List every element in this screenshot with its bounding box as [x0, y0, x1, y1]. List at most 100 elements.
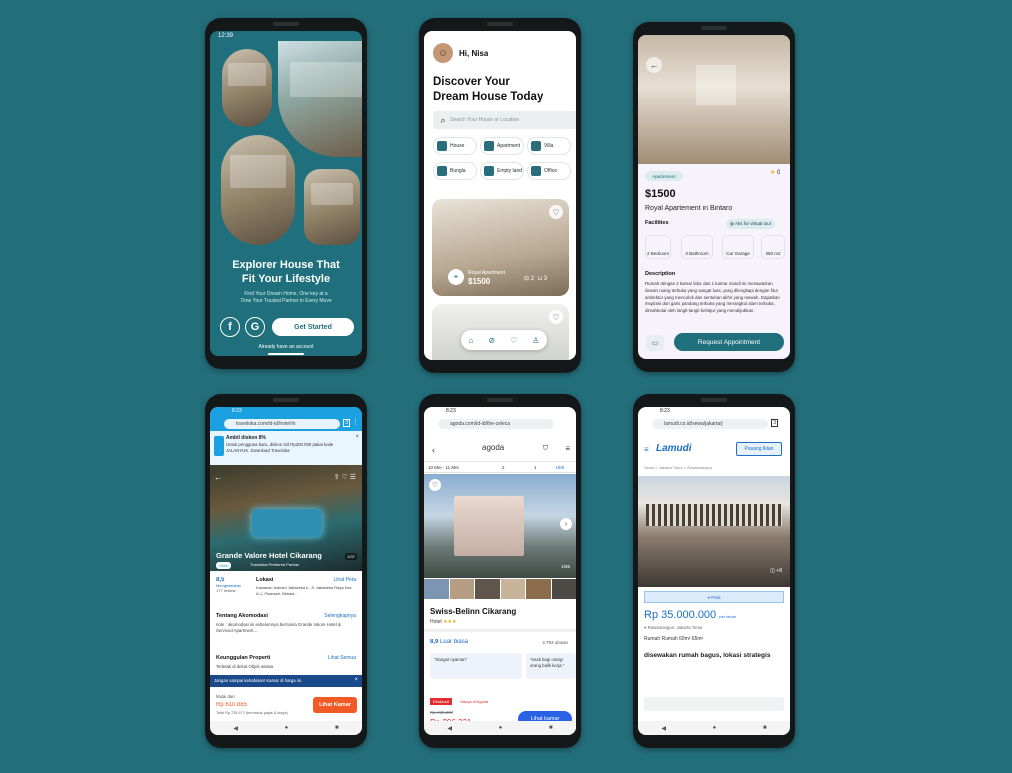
card-specs: ⊟ 2 ⊔ 3 [524, 275, 547, 282]
facility-label: 2 Bedroom [646, 251, 669, 256]
nav-recents-icon[interactable]: ■ [549, 725, 553, 731]
status-time: 8:23 [446, 408, 456, 414]
tab-count[interactable]: 3 [771, 419, 778, 427]
back-arrow-icon[interactable]: ‹ [432, 445, 435, 455]
review-count[interactable]: 3.793 ulasan [542, 640, 568, 645]
virtual-tour-button[interactable]: ◍ Aks for virtual tour [726, 219, 776, 229]
hotel-address: Kawasan Industri Jababeka II, Jl. Jababe… [256, 585, 352, 596]
detail-screen: ← Apartement ★ 0 $1500 Royal Apartement … [638, 35, 790, 359]
partner-label: Traveloka Preferred Partner [250, 562, 300, 567]
about-text: note : akomodasi ini sebelumnya bernama … [216, 622, 341, 633]
login-link[interactable]: Already have an account [210, 344, 362, 350]
land-icon [484, 166, 494, 176]
rooms: 1 [534, 465, 537, 470]
google-login-button[interactable]: G [245, 317, 265, 337]
guests: 2 [502, 465, 505, 470]
rating-label: Luar biasa [440, 639, 469, 645]
nav-back-icon[interactable]: ◀ [233, 725, 238, 732]
agoda-logo: agoda [482, 443, 505, 452]
facility-bathroom: 3 Bathroom [681, 235, 713, 259]
share-icon[interactable]: ⇪ ♡ ☰ [334, 473, 356, 481]
url-bar[interactable]: traveloka.com/id-id/hotel/in [224, 419, 340, 429]
url-text: lamudi.co.id/sewa/jakarta/j [664, 421, 723, 427]
property-price: Rp 35.000.000 per tahun [644, 609, 736, 621]
map-button[interactable]: ⌖ Peta [644, 591, 784, 603]
request-appointment-button[interactable]: Request Appointment [674, 333, 784, 351]
tab-count[interactable]: 3 [343, 419, 350, 427]
star-icon: ★ [770, 170, 776, 176]
heart-icon[interactable]: ♡ [429, 479, 441, 491]
get-started-button[interactable]: Get Started [272, 318, 354, 336]
nav-recents-icon[interactable]: ■ [335, 725, 339, 731]
property-card[interactable]: ♡ ⌖ Royal Apartment $1500 ⊟ 2 ⊔ 3 [432, 199, 569, 296]
heart-icon[interactable]: ♡ [549, 310, 563, 324]
see-map-link[interactable]: Lihat Peta [333, 577, 356, 583]
dates: 10 Mei - 11 Mei [428, 465, 459, 470]
back-arrow-icon[interactable]: ← [214, 473, 222, 482]
rating[interactable]: 8,9 Luar biasa [430, 639, 468, 645]
close-icon[interactable]: × [354, 677, 358, 683]
category-house[interactable]: House [433, 137, 477, 155]
search-summary[interactable]: 10 Mei - 11 Mei 2 1 Ubh [424, 461, 576, 473]
about-label: Tentang Akomodasi [216, 613, 268, 619]
post-ad-button[interactable]: Pasang Iklan [736, 442, 782, 456]
review-snippet-1[interactable]: "Sangat nyaman" [430, 653, 522, 679]
urgency-alert: Jangan sampai kehabisan! Kamar di harga … [210, 675, 362, 687]
close-icon[interactable]: × [355, 434, 359, 440]
phone-onboarding: 12:39 Explorer House That Fit Your Lifes… [205, 18, 367, 369]
card-price: $1500 [468, 277, 491, 286]
favorites-icon[interactable]: ♡ [510, 336, 517, 345]
nav-back-icon[interactable]: ◀ [661, 725, 666, 732]
cart-icon[interactable]: ⛉ [543, 445, 548, 453]
menu-icon[interactable]: ⋮ [352, 418, 359, 426]
back-arrow-icon[interactable]: ← [646, 57, 662, 73]
category-office[interactable]: Office [527, 162, 571, 180]
facility-see-all-link[interactable]: Lihat Semua [328, 655, 356, 661]
lamudi-screen: 8:23 lamudi.co.id/sewa/jakarta/j 3 ≡ Lam… [638, 407, 790, 735]
facebook-login-button[interactable]: f [220, 317, 240, 337]
hotel-type-label: Hotel [430, 619, 442, 625]
search-bar[interactable]: ⌕ Search Your House or Location [433, 111, 576, 129]
property-photo[interactable]: ◫ +8 [638, 476, 790, 587]
category-empty-land[interactable]: Empty land [480, 162, 524, 180]
profile-icon[interactable]: ♙ [532, 336, 539, 345]
phone-lamudi: 8:23 lamudi.co.id/sewa/jakarta/j 3 ≡ Lam… [633, 394, 795, 748]
nav-recents-icon[interactable]: ■ [763, 725, 767, 731]
home-icon[interactable]: ⌂ [469, 336, 474, 345]
nav-home-icon[interactable]: ● [499, 725, 503, 731]
hamburger-menu-icon[interactable]: ≡ [644, 445, 649, 454]
bath-icon: ⊔ [537, 276, 543, 282]
chat-icon[interactable]: ▭ [646, 335, 664, 351]
next-arrow-icon[interactable]: › [560, 518, 572, 530]
category-apartment[interactable]: Apartment [480, 137, 524, 155]
location-text: Rawamangun, Jakarta Timur [647, 625, 703, 630]
promo-banner[interactable]: Ambil diskon 8% Untuk pengguna baru, dis… [210, 431, 362, 465]
discover-screen: ☺ Hi, Nisa Discover Your Dream House Tod… [424, 31, 576, 360]
url-bar[interactable]: lamudi.co.id/sewa/jakarta/j [652, 419, 768, 429]
android-nav-bar: ◀ ● ■ [210, 721, 362, 735]
url-text: traveloka.com/id-id/hotel/in [236, 421, 296, 427]
search-input[interactable]: Search Your House or Location [450, 117, 519, 123]
explore-icon[interactable]: ⊘ [488, 336, 495, 345]
see-room-button[interactable]: Lihat Kamar [313, 697, 357, 713]
review-snippet-2[interactable]: "enak bagi orang-orang balik kerja." [526, 653, 576, 679]
about-more-link[interactable]: Selengkapnya [324, 613, 356, 619]
menu-icon[interactable]: ≡ [565, 444, 570, 453]
category-villa[interactable]: Villa [527, 137, 571, 155]
heart-icon[interactable]: ♡ [549, 205, 563, 219]
breadcrumb[interactable]: Sewa > Jakarta Timur > Rawamangun [644, 465, 712, 470]
bungalow-icon [437, 166, 447, 176]
nav-home-icon[interactable]: ● [285, 725, 289, 731]
hotel-name: Grande Valore Hotel Cikarang [216, 551, 322, 560]
bottom-nav: ⌂ ⊘ ♡ ♙ [461, 330, 547, 350]
hotel-photo[interactable]: ♡ › 1/65 [424, 474, 576, 578]
hotel-photo[interactable]: ← ⇪ ♡ ☰ Grande Valore Hotel Cikarang 1/3… [210, 465, 362, 571]
url-bar[interactable]: agoda.com/id-id/the-celeca [438, 419, 554, 429]
nav-back-icon[interactable]: ◀ [447, 725, 452, 732]
user-avatar[interactable]: ☺ [433, 43, 453, 63]
nav-home-icon[interactable]: ● [713, 725, 717, 731]
property-name: Royal Apartement in Bintaro [645, 205, 733, 212]
category-bungla[interactable]: Bungla [433, 162, 477, 180]
review-count[interactable]: 177 review [216, 588, 252, 593]
globe-icon: ◍ [730, 221, 734, 226]
